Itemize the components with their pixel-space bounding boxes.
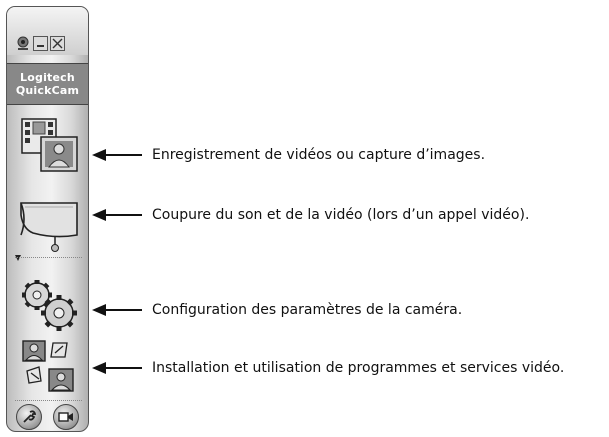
camera-round-button[interactable] xyxy=(53,404,79,430)
logo-line-2: QuickCam xyxy=(15,84,80,97)
callout-arrow-3 xyxy=(92,304,142,316)
video-capture-icon xyxy=(21,118,78,172)
callout-video-capture: Enregistrement de vidéos ou capture d’im… xyxy=(152,147,486,163)
callout-camera-settings: Configuration des paramètres de la camér… xyxy=(152,302,463,318)
gears-icon xyxy=(22,280,77,331)
close-button[interactable] xyxy=(50,35,65,51)
close-icon xyxy=(52,38,63,48)
callout-video-programs: Installation et utilisation de programme… xyxy=(152,360,565,376)
quickcam-toolbar: Logitech QuickCam xyxy=(6,6,89,432)
help-round-button[interactable] xyxy=(16,404,42,430)
minimize-button[interactable] xyxy=(33,35,48,51)
camera-settings-button[interactable] xyxy=(15,275,82,335)
wrench-icon xyxy=(23,410,37,423)
video-programs-icon xyxy=(22,340,74,392)
logitech-quickcam-logo: Logitech QuickCam xyxy=(7,63,88,105)
video-programs-button[interactable] xyxy=(15,337,82,397)
privacy-shade-button[interactable] xyxy=(15,195,82,255)
privacy-shade-icon xyxy=(20,202,78,252)
toolbar-titlebar xyxy=(7,7,88,55)
callout-arrow-4 xyxy=(92,362,142,374)
callout-arrow-2 xyxy=(92,209,142,221)
toolbar-divider-bottom xyxy=(15,400,82,401)
callout-privacy-shade: Coupure du son et de la vidéo (lors d’un… xyxy=(152,207,530,223)
callout-arrow-1 xyxy=(92,149,142,161)
logo-line-1: Logitech xyxy=(20,71,75,84)
video-capture-button[interactable] xyxy=(15,115,82,175)
toolbar-divider xyxy=(15,257,82,258)
expand-arrow-icon[interactable] xyxy=(15,255,21,261)
window-controls xyxy=(15,35,65,51)
video-camera-icon xyxy=(58,412,73,422)
webcam-icon xyxy=(17,36,29,50)
